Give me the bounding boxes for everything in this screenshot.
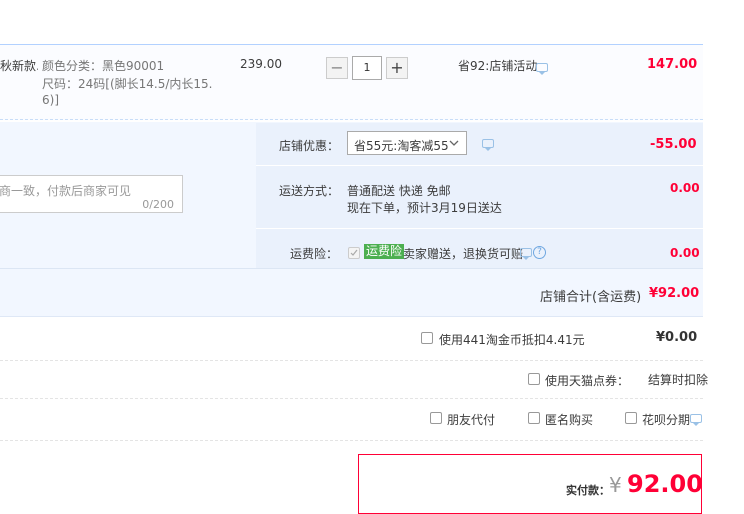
chevron-down-icon (449, 140, 459, 146)
huabei-checkbox[interactable] (625, 412, 637, 424)
divider (0, 398, 703, 400)
quantity-minus-button[interactable]: − (326, 57, 348, 79)
friend-pay-checkbox[interactable] (430, 412, 442, 424)
item-subtotal: 147.00 (647, 57, 698, 72)
anonymous-label[interactable]: 匿名购买 (545, 411, 593, 428)
sku-size-line2: 6)] (42, 93, 59, 107)
divider (0, 268, 703, 269)
shop-discount-select[interactable]: 省55元:淘客减55 (347, 131, 467, 155)
help-icon[interactable]: ? (533, 246, 546, 259)
shipping-amount: 0.00 (670, 181, 700, 195)
shipping-method: 普通配送 快递 免邮 (347, 184, 451, 198)
shipping-eta: 现在下单，预计3月19日送达 (347, 201, 502, 215)
sku-size-line1: 尺码：24码[(脚长14.5/内长15. (42, 77, 213, 91)
shop-discount-amount: -55.00 (650, 137, 697, 152)
insurance-badge: 运费险 (364, 244, 405, 259)
quantity-input[interactable]: 1 (352, 56, 382, 80)
payment-amount: 92.00 (627, 470, 703, 498)
insurance-checkbox[interactable] (348, 247, 360, 259)
message-icon[interactable] (536, 63, 548, 75)
divider (0, 440, 703, 442)
message-icon[interactable] (520, 248, 532, 260)
buyer-message-counter: 0/200 (142, 198, 174, 211)
insurance-amount: 0.00 (670, 246, 700, 260)
tmall-points-value: 结算时扣除 (648, 373, 709, 387)
promo-text: 省92:店铺活动 (458, 59, 538, 73)
friend-pay-label[interactable]: 朋友代付 (447, 411, 495, 428)
insurance-label: 运费险： (290, 247, 339, 261)
message-icon[interactable] (482, 139, 494, 151)
divider (0, 360, 703, 362)
check-icon (350, 249, 358, 256)
tmall-points-label[interactable]: 使用天猫点券： (545, 372, 629, 389)
anonymous-checkbox[interactable] (528, 412, 540, 424)
shop-discount-label: 店铺优惠： (279, 139, 340, 153)
buyer-message-placeholder: 商一致，付款后商家可见 (0, 184, 132, 198)
shop-discount-value: 省55元:淘客减55 (354, 139, 449, 153)
tmall-points-checkbox[interactable] (528, 373, 540, 385)
shop-total-label: 店铺合计(含运费) (540, 290, 642, 305)
item-name[interactable]: 秋新款… (0, 57, 38, 74)
unit-price: 239.00 (240, 57, 282, 71)
shipping-label: 运送方式： (279, 184, 340, 198)
coins-amount: ¥0.00 (656, 330, 698, 345)
huabei-label[interactable]: 花呗分期 (642, 411, 690, 428)
sku-color: 颜色分类：黑色90001 (42, 59, 165, 73)
message-icon[interactable] (690, 414, 702, 426)
buyer-message-input[interactable]: 商一致，付款后商家可见 0/200 (0, 175, 183, 213)
payment-currency: ¥ (609, 473, 622, 497)
divider (256, 228, 703, 229)
insurance-text: 卖家赠送，退换货可赔 (403, 247, 524, 261)
coins-label[interactable]: 使用441淘金币抵扣4.41元 (439, 331, 585, 348)
divider (256, 165, 703, 166)
shop-total-value: ¥92.00 (649, 286, 700, 301)
coins-checkbox[interactable] (421, 332, 433, 344)
quantity-plus-button[interactable]: + (386, 57, 408, 79)
payment-label: 实付款： (566, 484, 610, 497)
